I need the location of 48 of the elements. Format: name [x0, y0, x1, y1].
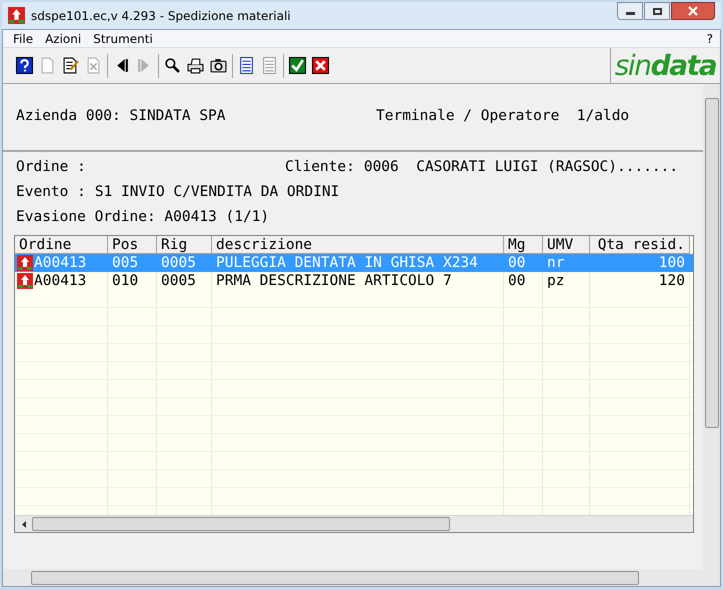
column-header[interactable]: Ordine	[15, 236, 108, 254]
maximize-button[interactable]	[644, 2, 670, 20]
close-icon	[688, 6, 698, 16]
table-cell: pz	[543, 272, 590, 290]
column-header[interactable]: Qta resid.	[590, 236, 690, 254]
menu-item[interactable]: File	[7, 30, 40, 48]
menu-item[interactable]: Azioni	[39, 30, 88, 48]
search-icon[interactable]	[164, 57, 181, 74]
sindata-logo: sindata	[610, 48, 720, 83]
order-fulfilment-label: Evasione Ordine: A00413 (1/1)	[16, 208, 270, 227]
table-cell: A00413	[15, 272, 108, 290]
event-label: Evento :	[16, 182, 86, 202]
checkmark-icon[interactable]	[289, 57, 306, 74]
horizontal-scrollbar[interactable]	[15, 515, 693, 532]
table-cell: 010	[108, 272, 157, 290]
terminal-operator-label: Terminale / Operatore 1/aldo	[376, 107, 630, 126]
table-cell: 00	[504, 272, 543, 290]
table-row[interactable]: A00413 010 0005 PRMA DESCRIZIONE ARTICOLO 7 00 pz 120	[15, 272, 693, 290]
app-logo-icon	[17, 273, 33, 289]
edit-icon[interactable]	[62, 57, 79, 74]
printer-icon[interactable]	[187, 57, 204, 74]
customer-value: 0006 CASORATI LUIGI (RAGSOC).......	[364, 158, 678, 177]
column-header[interactable]: Pos	[108, 236, 157, 254]
help-icon[interactable]	[16, 57, 33, 74]
order-label: Ordine :	[16, 158, 87, 177]
column-header[interactable]: UMV	[543, 236, 590, 254]
company-label: Azienda 000: SINDATA SPA	[16, 107, 227, 126]
camera-icon[interactable]	[210, 57, 227, 74]
column-header[interactable]: descrizione	[212, 236, 504, 254]
event-value: S1 INVIO C/VENDITA DA ORDINI	[94, 182, 340, 202]
table-cell: 0005	[157, 272, 212, 290]
list-icon[interactable]	[238, 57, 255, 74]
customer-label: Cliente:	[285, 158, 355, 177]
scroll-left-icon[interactable]	[22, 520, 26, 528]
window-title: sdspe101.ec,v 4.293 - Spedizione materiali	[31, 8, 291, 24]
column-header[interactable]: Rig	[157, 236, 212, 254]
table-cell: 120	[590, 272, 690, 290]
help-menu-item[interactable]: ?	[704, 30, 716, 48]
minimize-button[interactable]	[617, 2, 643, 20]
vertical-scrollbar[interactable]	[703, 84, 720, 569]
cancel-icon[interactable]	[312, 57, 329, 74]
close-button[interactable]	[671, 2, 715, 20]
menu-item[interactable]: Strumenti	[87, 30, 159, 48]
table-cell: PRMA DESCRIZIONE ARTICOLO 7	[212, 272, 504, 290]
column-header[interactable]: Mg	[504, 236, 543, 254]
app-logo-icon	[17, 255, 33, 271]
horizontal-scrollbar[interactable]	[3, 569, 720, 586]
app-logo-icon	[8, 7, 25, 24]
